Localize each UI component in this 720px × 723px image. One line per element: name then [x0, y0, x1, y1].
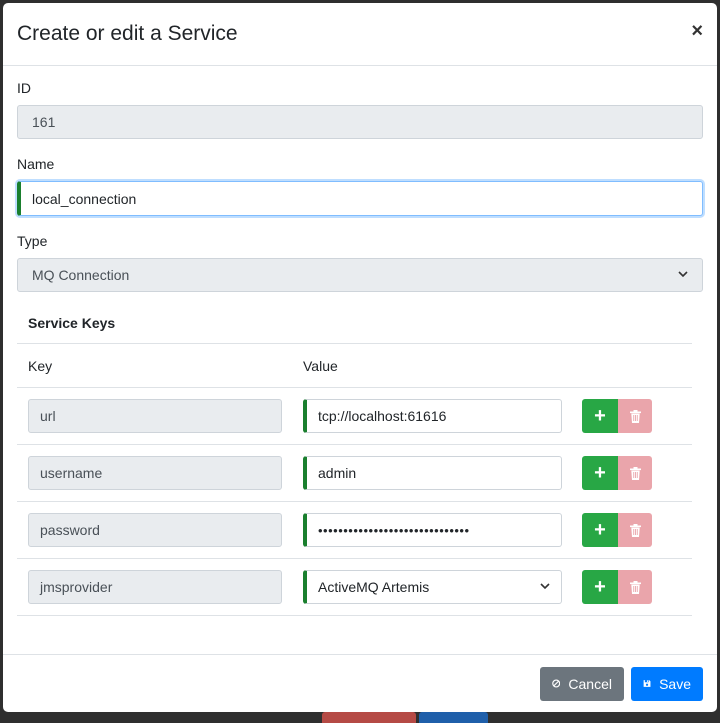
type-select-value: MQ Connection — [32, 267, 130, 283]
chevron-down-icon — [540, 581, 550, 593]
column-header-key: Key — [28, 357, 53, 374]
modal-header: Create or edit a Service × — [3, 3, 717, 66]
key-column: password — [28, 513, 303, 547]
trash-icon — [629, 523, 641, 537]
background-button — [419, 712, 488, 723]
row-actions: + — [582, 456, 652, 490]
password-input[interactable]: •••••••••••••••••••••••••••••• — [303, 513, 562, 547]
name-field-group: Name local_connection — [17, 156, 703, 216]
row-actions: + — [582, 570, 652, 604]
ban-icon — [552, 679, 561, 688]
background-button — [322, 712, 416, 723]
row-actions: + — [582, 513, 652, 547]
table-row: password •••••••••••••••••••••••••••••• … — [17, 502, 692, 559]
delete-key-button[interactable] — [618, 399, 652, 433]
value-column: tcp://localhost:61616 — [303, 399, 582, 433]
service-modal: Create or edit a Service × ID 161 Name l… — [3, 3, 717, 712]
plus-icon: + — [594, 404, 606, 427]
chevron-down-icon — [678, 269, 688, 281]
key-field: password — [28, 513, 282, 547]
trash-icon — [629, 580, 641, 594]
delete-key-button[interactable] — [618, 570, 652, 604]
table-row: url tcp://localhost:61616 + — [17, 388, 692, 445]
key-field: jmsprovider — [28, 570, 282, 604]
service-keys-heading: Service Keys — [28, 315, 116, 331]
jmsprovider-select[interactable]: ActiveMQ Artemis — [303, 570, 562, 604]
service-keys-table: Key Value url tcp://localhost:61616 + us… — [17, 343, 692, 616]
save-button[interactable]: Save — [631, 666, 703, 701]
key-field: url — [28, 399, 282, 433]
cancel-button[interactable]: Cancel — [540, 666, 624, 701]
trash-icon — [629, 409, 641, 423]
delete-key-button[interactable] — [618, 513, 652, 547]
plus-icon: + — [594, 461, 606, 484]
jmsprovider-select-value: ActiveMQ Artemis — [318, 579, 430, 595]
add-key-button[interactable]: + — [582, 399, 618, 433]
close-icon[interactable]: × — [691, 21, 703, 41]
type-select[interactable]: MQ Connection — [17, 258, 703, 292]
modal-title: Create or edit a Service — [17, 22, 238, 45]
add-key-button[interactable]: + — [582, 570, 618, 604]
name-label: Name — [17, 156, 55, 172]
table-row: jmsprovider ActiveMQ Artemis + — [17, 559, 692, 616]
id-field: 161 — [17, 105, 703, 139]
add-key-button[interactable]: + — [582, 456, 618, 490]
value-input[interactable]: admin — [303, 456, 562, 490]
id-label: ID — [17, 80, 31, 96]
table-header-row: Key Value — [17, 344, 692, 388]
plus-icon: + — [594, 575, 606, 598]
key-column: url — [28, 399, 303, 433]
table-row: username admin + — [17, 445, 692, 502]
id-field-group: ID 161 — [17, 80, 703, 139]
plus-icon: + — [594, 518, 606, 541]
service-keys-section: Service Keys Key Value url tcp://localho… — [17, 309, 703, 616]
row-actions: + — [582, 399, 652, 433]
key-field: username — [28, 456, 282, 490]
modal-footer: Cancel Save — [3, 654, 717, 712]
value-column: ActiveMQ Artemis — [303, 570, 582, 604]
trash-icon — [629, 466, 641, 480]
add-key-button[interactable]: + — [582, 513, 618, 547]
type-label: Type — [17, 233, 48, 249]
key-column: jmsprovider — [28, 570, 303, 604]
value-column: admin — [303, 456, 582, 490]
save-icon — [643, 680, 651, 687]
value-column: •••••••••••••••••••••••••••••• — [303, 513, 582, 547]
key-column: username — [28, 456, 303, 490]
value-input[interactable]: tcp://localhost:61616 — [303, 399, 562, 433]
save-label: Save — [659, 675, 691, 692]
modal-body: ID 161 Name local_connection Type MQ Con… — [3, 66, 717, 616]
type-field-group: Type MQ Connection — [17, 233, 703, 292]
cancel-label: Cancel — [568, 675, 612, 692]
column-header-value: Value — [303, 357, 338, 374]
delete-key-button[interactable] — [618, 456, 652, 490]
name-input[interactable]: local_connection — [17, 181, 703, 216]
